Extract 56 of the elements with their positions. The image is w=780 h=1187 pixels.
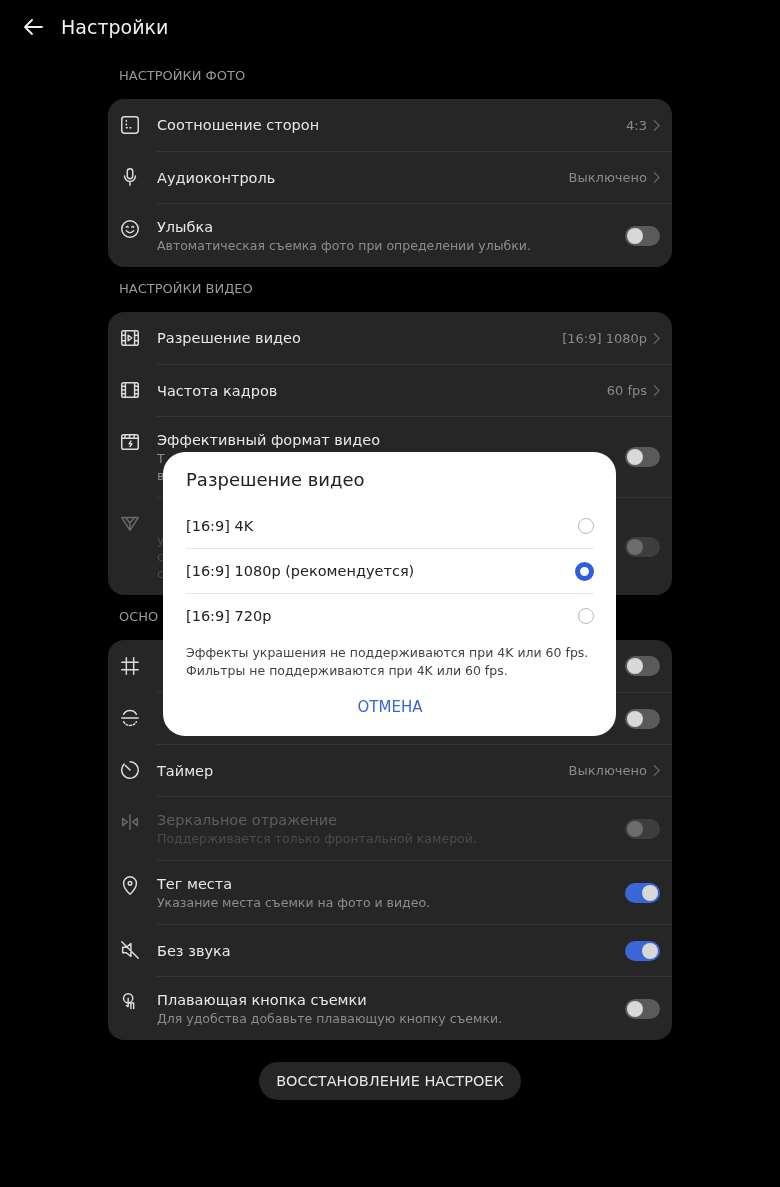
timer-icon (119, 759, 141, 781)
setting-title: Разрешение видео (157, 329, 301, 348)
setting-value: Выключено (568, 170, 647, 185)
page-title: Настройки (61, 16, 169, 38)
setting-value: 4:3 (626, 117, 647, 133)
setting-title: Частота кадров (157, 381, 278, 401)
section-header: НАСТРОЙКИ ВИДЕО (119, 280, 253, 298)
radio-button[interactable] (575, 561, 594, 581)
toggle-switch[interactable] (625, 882, 660, 903)
setting-description: в (157, 467, 165, 484)
setting-description: Т (157, 450, 165, 467)
horizon-level-icon (119, 707, 141, 729)
grid-icon (119, 655, 141, 677)
muted-speaker-icon (119, 939, 141, 961)
film-strip-icon (119, 379, 141, 401)
section-header: ОСНО (119, 608, 159, 626)
film-icon (119, 327, 141, 349)
resolution-option[interactable]: [16:9] 4K (186, 504, 594, 548)
toggle-switch[interactable] (625, 656, 660, 676)
toggle-switch[interactable] (625, 940, 660, 961)
resolution-option[interactable]: [16:9] 720p (186, 593, 594, 638)
setting-title: Плавающая кнопка съемки (157, 991, 367, 1010)
toggle-switch[interactable] (625, 225, 660, 246)
aspect-ratio-icon (119, 114, 141, 136)
chevron-icon (653, 171, 660, 184)
setting-value: [16:9] 1080p (562, 330, 647, 346)
resolution-option[interactable]: [16:9] 1080p (рекомендуется) (186, 548, 594, 593)
setting-title: Таймер (157, 761, 214, 781)
dialog-title: Разрешение видео (186, 468, 366, 492)
chevron-icon (653, 764, 660, 777)
setting-description: Указание места съемки на фото и видео. (157, 894, 431, 911)
setting-title: Без звука (157, 941, 231, 961)
section-header: НАСТРОЙКИ ФОТО (119, 67, 246, 85)
chevron-icon (653, 384, 660, 397)
chevron-icon (653, 331, 660, 345)
mirror-icon (119, 811, 141, 833)
setting-title: Тег места (157, 875, 233, 894)
chevron-icon (653, 118, 660, 132)
video-format-icon (119, 431, 141, 453)
setting-value: Выключено (568, 763, 647, 778)
setting-description: Для удобства добавьте плавающую кнопку съемки. (157, 1010, 503, 1027)
toggle-switch[interactable] (625, 998, 660, 1019)
setting-title: Соотношение сторон (157, 116, 320, 135)
dialog-note: Эффекты украшения не поддерживаются при 4K или 60 fps. (186, 644, 590, 662)
setting-description: Автоматическая съемка фото при определении улыбки. (157, 237, 531, 254)
toggle-switch[interactable] (625, 708, 660, 729)
smiley-icon (119, 218, 141, 240)
setting-title: Аудиоконтроль (157, 168, 276, 188)
setting-title: Эффективный формат видео (157, 431, 381, 450)
reset-settings-button[interactable]: ВОССТАНОВЛЕНИЕ НАСТРОЕК (259, 1062, 521, 1100)
cancel-button[interactable]: ОТМЕНА (347, 690, 433, 724)
setting-title: Зеркальное отражение (157, 811, 337, 830)
dialog-note: Фильтры не поддерживаются при 4K или 60 fps. (186, 662, 509, 680)
toggle-switch[interactable] (625, 447, 660, 467)
setting-value: 60 fps (606, 383, 647, 398)
setting-title: Улыбка (157, 218, 214, 237)
